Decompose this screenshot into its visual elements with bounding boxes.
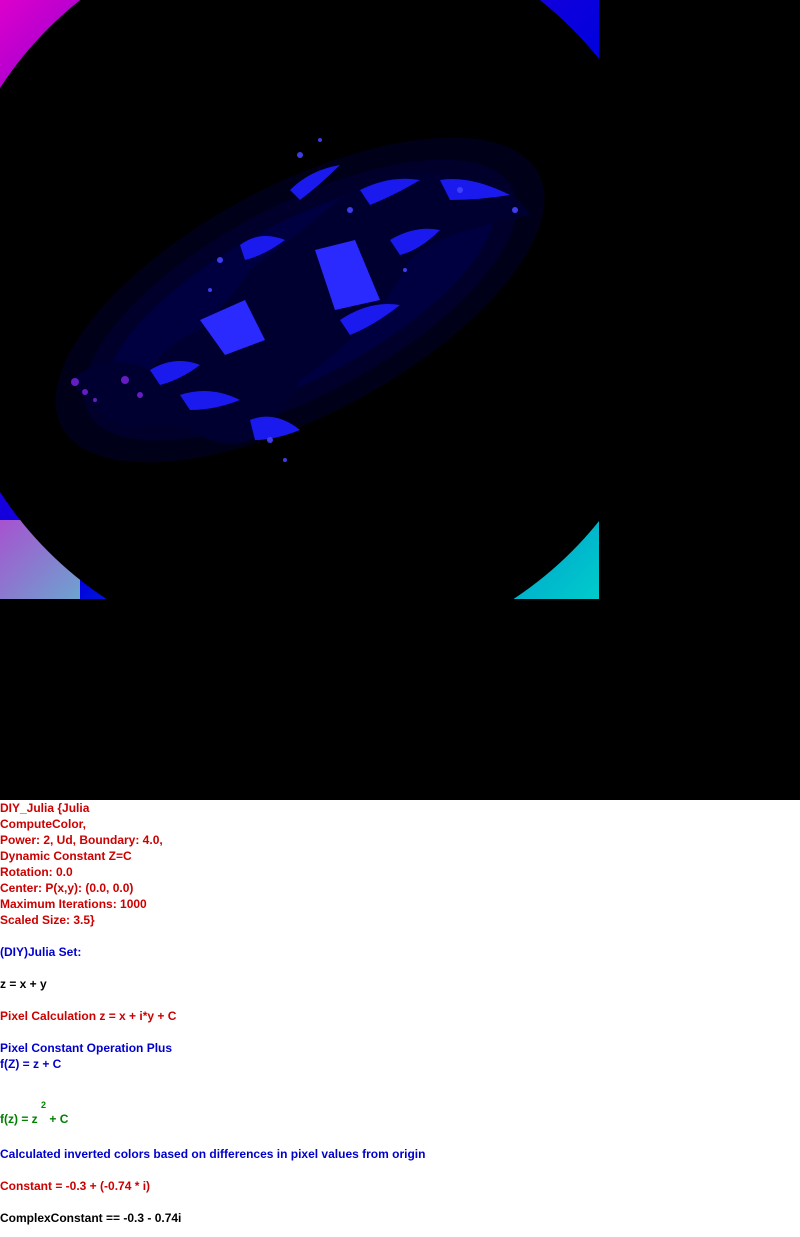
fz-exponent: 2 [41, 1100, 47, 1110]
constant-line: Constant = -0.3 + (-0.74 * i) [0, 1179, 151, 1193]
param-line: Rotation: 0.0 [0, 865, 73, 879]
complex-constant-line: ComplexConstant == -0.3 - 0.74i [0, 1211, 182, 1225]
param-line: Power: 2, Ud, Boundary: 4.0, [0, 833, 163, 847]
fz-lhs: f(z) = z [0, 1112, 41, 1126]
param-line: Scaled Size: 3.5} [0, 913, 95, 927]
fractal-info-panel: DIY_Julia {Julia ComputeColor, Power: 2,… [0, 800, 800, 1226]
fz-main-formula: f(z) = z 2 + C [0, 1101, 800, 1130]
pixel-calculation: Pixel Calculation z = x + i*y + C [0, 1009, 177, 1023]
param-line: Maximum Iterations: 1000 [0, 897, 147, 911]
param-line: ComputeColor, [0, 817, 86, 831]
color-description: Calculated inverted colors based on diff… [0, 1147, 426, 1161]
z-definition: z = x + y [0, 977, 47, 991]
fz-plus-formula: f(Z) = z + C [0, 1057, 62, 1071]
set-title: (DIY)Julia Set: [0, 945, 82, 959]
fractal-render-area [0, 0, 800, 800]
pixel-constant-operation: Pixel Constant Operation Plus [0, 1041, 173, 1055]
fz-rhs: + C [46, 1112, 69, 1126]
julia-set-image [0, 0, 599, 599]
param-line: DIY_Julia {Julia [0, 801, 90, 815]
param-line: Dynamic Constant Z=C [0, 849, 132, 863]
param-line: Center: P(x,y): (0.0, 0.0) [0, 881, 134, 895]
